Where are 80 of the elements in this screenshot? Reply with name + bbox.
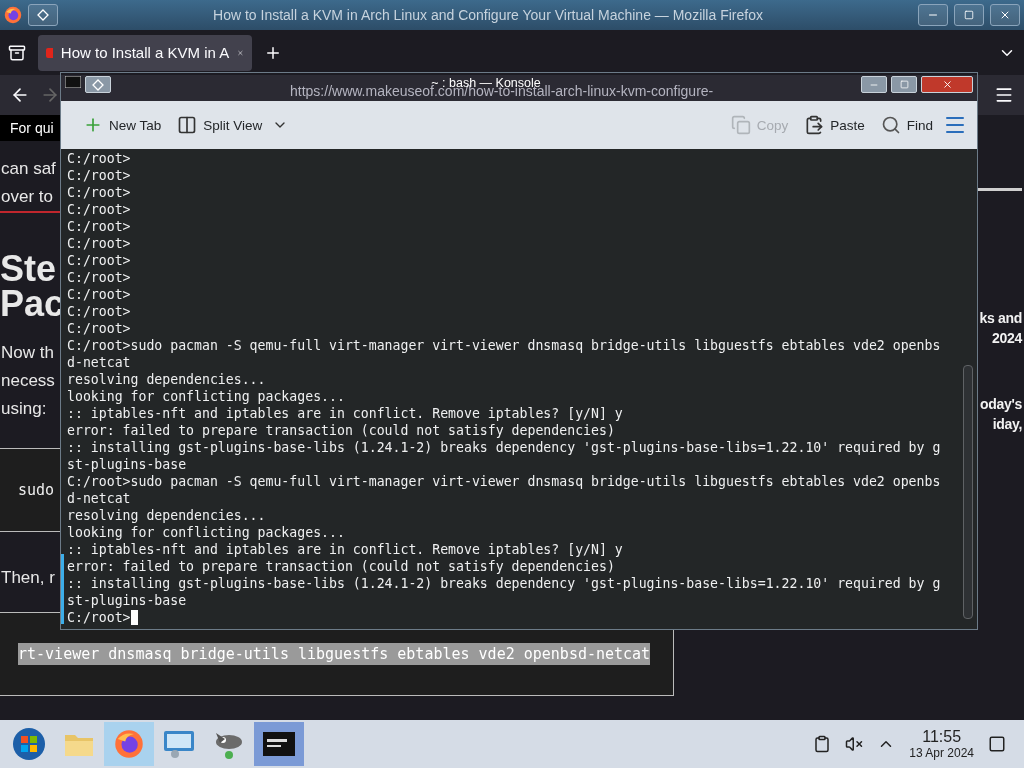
paste-icon [804, 115, 825, 135]
site-favicon-icon [46, 47, 53, 58]
terminal-line: :: installing gst-plugins-base-libs (1.24.1-2) breaks dependency 'gst-plugins-base-libs=1.22.10' required by g [67, 439, 942, 456]
firefox-icon [114, 729, 144, 759]
terminal-line: C:/root> [67, 269, 132, 286]
paragraph-text: necess [0, 370, 56, 392]
cursor [130, 610, 138, 625]
terminal-line: C:/root> [67, 150, 132, 167]
paragraph-text: can saf [0, 158, 57, 180]
terminal-line: C:/root>sudo pacman -S qemu-full virt-manager virt-viewer dnsmasq bridge-utils libguestfs ebtables vde2 openbs [67, 337, 942, 354]
tab-list-icon[interactable] [8, 43, 26, 62]
terminal-line: C:/root> [67, 303, 132, 320]
pin-button[interactable] [85, 76, 111, 93]
maximize-icon [964, 10, 974, 20]
terminal-line: :: iptables-nft and iptables are in conflict. Remove iptables? [y/N] y [67, 541, 624, 558]
paste-button[interactable]: Paste [798, 111, 871, 139]
terminal-line: C:/root> [67, 320, 132, 337]
maximize-icon [899, 80, 909, 89]
scrollbar-thumb[interactable] [963, 365, 973, 619]
terminal-line: resolving dependencies... [67, 507, 267, 524]
close-button[interactable] [990, 4, 1020, 26]
muted-speaker-icon[interactable] [845, 735, 864, 753]
paragraph-text: Now th [0, 342, 55, 364]
terminal-icon [262, 731, 296, 757]
maximize-button[interactable] [954, 4, 984, 26]
search-icon [880, 115, 901, 135]
terminal-line: error: failed to prepare transaction (could not satisfy dependencies) [67, 422, 616, 439]
menu-icon[interactable] [994, 85, 1014, 105]
terminal-line: looking for conflicting packages... [67, 524, 346, 541]
terminal-line: C:/root> [67, 286, 132, 303]
terminal-line: C:/root> [67, 184, 132, 201]
diamond-icon [37, 9, 49, 21]
terminal-line: C:/root> [67, 609, 959, 626]
terminal-line: C:/root> [67, 218, 132, 235]
find-button[interactable]: Find [874, 111, 939, 139]
terminal-line: :: iptables-nft and iptables are in conflict. Remove iptables? [y/N] y [67, 405, 624, 422]
heading: Pac [0, 286, 60, 321]
paragraph-text: Then, r [0, 567, 56, 589]
terminal-line: d-netcat [67, 490, 132, 507]
terminal-line: looking for conflicting packages... [67, 388, 346, 405]
taskbar-app[interactable] [254, 722, 304, 766]
browser-tab[interactable]: How to Install a KVM in A [38, 34, 252, 71]
pin-button[interactable] [28, 4, 58, 26]
sidebar-text: iday, [992, 415, 1022, 434]
diamond-icon [92, 78, 104, 91]
terminal-line: d-netcat [67, 354, 132, 371]
minimize-button[interactable] [918, 4, 948, 26]
start-orb-icon [12, 727, 46, 761]
sidebar-text: 2024 [992, 329, 1022, 348]
split-button[interactable]: Split View [171, 111, 269, 139]
sidebar-text: oday's [980, 395, 1022, 414]
terminal-line: error: failed to prepare transaction (could not satisfy dependencies) [67, 558, 616, 575]
paragraph-text: using: [0, 398, 48, 420]
show-desktop-icon[interactable] [988, 735, 1006, 753]
terminal-line: resolving dependencies... [67, 371, 267, 388]
new-tab-button[interactable]: New Tab [77, 111, 168, 139]
close-button[interactable] [921, 76, 973, 93]
sidebar-text: ks and [979, 309, 1022, 328]
code-text: sudo [18, 481, 55, 499]
terminal-line: st-plugins-base [67, 592, 188, 609]
clock-date: 13 Apr 2024 [909, 746, 974, 760]
paragraph-text: over to [0, 186, 54, 208]
split-view-icon [177, 115, 198, 135]
heading: Ste [0, 251, 58, 286]
terminal-line: C:/root> [67, 201, 132, 218]
terminal-line: C:/root> [67, 252, 132, 269]
close-icon [941, 79, 953, 90]
clock-time: 11:55 [922, 728, 962, 746]
monitor-icon [163, 730, 195, 758]
terminal-line: :: installing gst-plugins-base-libs (1.24.1-2) breaks dependency 'gst-plugins-base-libs=1.22.10' required by g [67, 575, 942, 592]
close-icon [999, 9, 1011, 21]
window-title: How to Install a KVM in Arch Linux and Configure Your Virtual Machine — Mozilla Firefox [212, 7, 764, 23]
terminal-line: C:/root> [67, 235, 132, 252]
terminal-line: C:/root> [67, 167, 132, 184]
firefox-icon [4, 6, 22, 24]
terminal-line: st-plugins-base [67, 456, 188, 473]
copy-icon [730, 115, 751, 135]
clipboard-icon[interactable] [813, 735, 832, 753]
selected-code-text: rt-viewer dnsmasq bridge-utils libguestfs ebtables vde2 openbsd-netcat [18, 643, 651, 665]
terminal-line: C:/root>sudo pacman -S qemu-full virt-manager virt-viewer dnsmasq bridge-utils libguestfs ebtables vde2 openbs [67, 473, 942, 490]
